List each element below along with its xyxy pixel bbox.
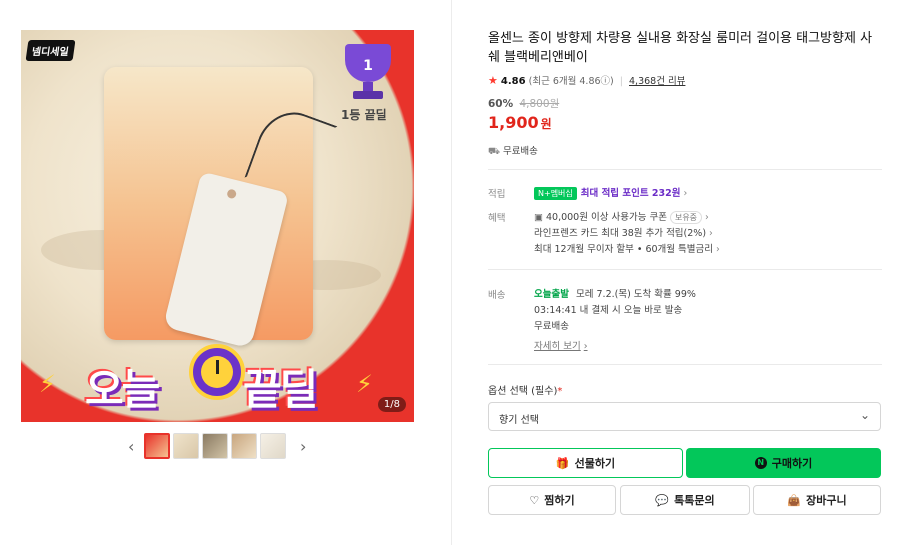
- today-dispatch-badge: 오늘출발: [534, 289, 569, 300]
- thumbnail-5[interactable]: [260, 433, 286, 459]
- banner-text-right: 끝딜: [243, 365, 318, 414]
- gift-button[interactable]: 🎁 선물하기: [488, 448, 683, 478]
- delivery-eta: 모레 7.2.(목) 도착 확률 99%: [576, 289, 696, 300]
- cart-button[interactable]: 👜 장바구니: [753, 485, 881, 515]
- rating-row: ★ 4.86 (최근 6개월 4.86ⓘ) | 4,368건 리뷰: [488, 73, 685, 87]
- chevron-down-icon: ⌄: [859, 408, 870, 422]
- naver-n-icon: N: [754, 457, 767, 469]
- installment-row[interactable]: 최대 12개월 무이자 할부 • 60개월 특별금리 ›: [534, 241, 720, 255]
- rating-separator: |: [619, 76, 623, 87]
- thumbnail-strip: ‹ ›: [128, 433, 318, 461]
- trophy-number: 1: [363, 58, 373, 74]
- option-select[interactable]: 향기 선택 ⌄: [488, 402, 881, 431]
- option-label: 옵션 선택 (필수): [488, 386, 558, 397]
- lightning-icon: ⚡: [39, 370, 56, 398]
- next-arrow-icon[interactable]: ›: [300, 437, 306, 456]
- sale-badge: 넴디세일: [25, 40, 76, 61]
- gift-label: 선물하기: [574, 457, 616, 470]
- sale-price: 1,900 원: [488, 113, 552, 132]
- chevron-right-icon: ›: [583, 341, 588, 352]
- delivery-fee: 무료배송: [534, 321, 569, 332]
- thumbnail-2[interactable]: [173, 433, 199, 459]
- chevron-right-icon: ›: [683, 188, 688, 199]
- coupon-icon: ▣: [534, 212, 543, 223]
- rating-score: 4.86: [500, 76, 526, 87]
- coupon-text: 40,000원 이상 사용가능 쿠폰: [545, 212, 667, 223]
- trophy-icon: 1: [339, 44, 397, 100]
- coupon-row[interactable]: ▣ 40,000원 이상 사용가능 쿠폰 보유중 ›: [534, 209, 709, 224]
- shipping-info: ⛟ 무료배송: [488, 143, 538, 158]
- heart-icon: ♡: [529, 493, 540, 507]
- trophy-caption: 1등 끝딜: [341, 108, 387, 122]
- points-row: N+멤버십 최대 적립 포인트 232원 ›: [534, 185, 687, 200]
- chevron-right-icon: ›: [709, 228, 713, 239]
- card-text: 라인프렌즈 카드 최대 38원 추가 적립(2%): [534, 228, 707, 239]
- lightning-icon: ⚡: [356, 370, 373, 398]
- wishlist-button[interactable]: ♡ 찜하기: [488, 485, 616, 515]
- benefit-label: 혜택: [488, 213, 506, 224]
- cart-label: 장바구니: [806, 494, 847, 507]
- banner-text-left: 오늘: [85, 365, 160, 414]
- price-unit: 원: [540, 117, 552, 131]
- main-product-image[interactable]: 넴디세일 1 1등 끝딜 ⚡ 오늘 끝딜 ⚡ 1/8: [21, 30, 414, 422]
- image-counter: 1/8: [377, 397, 406, 412]
- thumbnail-4[interactable]: [231, 433, 257, 459]
- product-title: 올센느 종이 방향제 차량용 실내용 화장실 룸미러 걸이용 태그방향제 사쉐 …: [488, 31, 873, 65]
- delivery-label: 배송: [488, 290, 506, 301]
- details-link-text: 자세히 보기: [534, 341, 581, 352]
- shipping-text: 무료배송: [502, 146, 538, 157]
- chat-bubble-icon: 💬: [655, 493, 670, 507]
- chevron-right-icon: ›: [705, 212, 709, 223]
- thumbnail-3[interactable]: [202, 433, 228, 459]
- promo-banner: ⚡ 오늘 끝딜 ⚡: [21, 330, 414, 422]
- buy-button[interactable]: N 구매하기: [686, 448, 881, 478]
- product-info-panel: 올센느 종이 방향제 차량용 실내용 화장실 룸미러 걸이용 태그방향제 사쉐 …: [488, 0, 882, 545]
- delivery-eta-row: 오늘출발 모레 7.2.(목) 도착 확률 99%: [534, 286, 696, 300]
- star-icon: ★: [488, 74, 498, 87]
- divider: [488, 169, 882, 170]
- gift-icon: 🎁: [555, 456, 570, 470]
- points-label: 적립: [488, 189, 506, 200]
- points-text[interactable]: 최대 적립 포인트 232원: [581, 188, 681, 199]
- card-row[interactable]: 라인프렌즈 카드 최대 38원 추가 적립(2%) ›: [534, 225, 713, 239]
- talk-label: 톡톡문의: [674, 494, 715, 507]
- membership-badge: N+멤버십: [534, 187, 577, 200]
- installment-text: 최대 12개월 무이자 할부 • 60개월 특별금리: [534, 244, 713, 255]
- required-mark: *: [557, 386, 563, 397]
- price-value: 1,900: [488, 113, 539, 132]
- wish-label: 찜하기: [544, 494, 575, 507]
- alarm-clock-icon: [189, 344, 245, 400]
- rating-recent[interactable]: (최근 6개월 4.86ⓘ): [529, 76, 614, 87]
- review-count-link[interactable]: 4,368건 리뷰: [629, 76, 685, 87]
- coupon-status-pill: 보유중: [669, 211, 703, 224]
- buy-label: 구매하기: [771, 457, 813, 470]
- option-select-value: 향기 선택: [499, 415, 539, 426]
- price-original-row: 60% 4,800원: [488, 96, 559, 111]
- truck-icon: ⛟: [488, 146, 500, 157]
- chevron-right-icon: ›: [716, 244, 720, 255]
- shopping-bag-icon: 👜: [787, 493, 802, 507]
- delivery-cutoff: 03:14:41 내 결제 시 오늘 바로 발송: [534, 305, 683, 316]
- thumbnail-1[interactable]: [144, 433, 170, 459]
- talk-inquiry-button[interactable]: 💬 톡톡문의: [620, 485, 750, 515]
- prev-arrow-icon[interactable]: ‹: [128, 437, 134, 456]
- delivery-details-link[interactable]: 자세히 보기 ›: [534, 338, 588, 352]
- divider: [488, 364, 882, 365]
- discount-percent: 60%: [488, 98, 514, 110]
- divider: [488, 269, 882, 270]
- product-gallery: 넴디세일 1 1등 끝딜 ⚡ 오늘 끝딜 ⚡ 1/8 ‹ ›: [0, 0, 452, 545]
- original-price: 4,800원: [519, 98, 560, 110]
- option-label-row: 옵션 선택 (필수)*: [488, 382, 562, 397]
